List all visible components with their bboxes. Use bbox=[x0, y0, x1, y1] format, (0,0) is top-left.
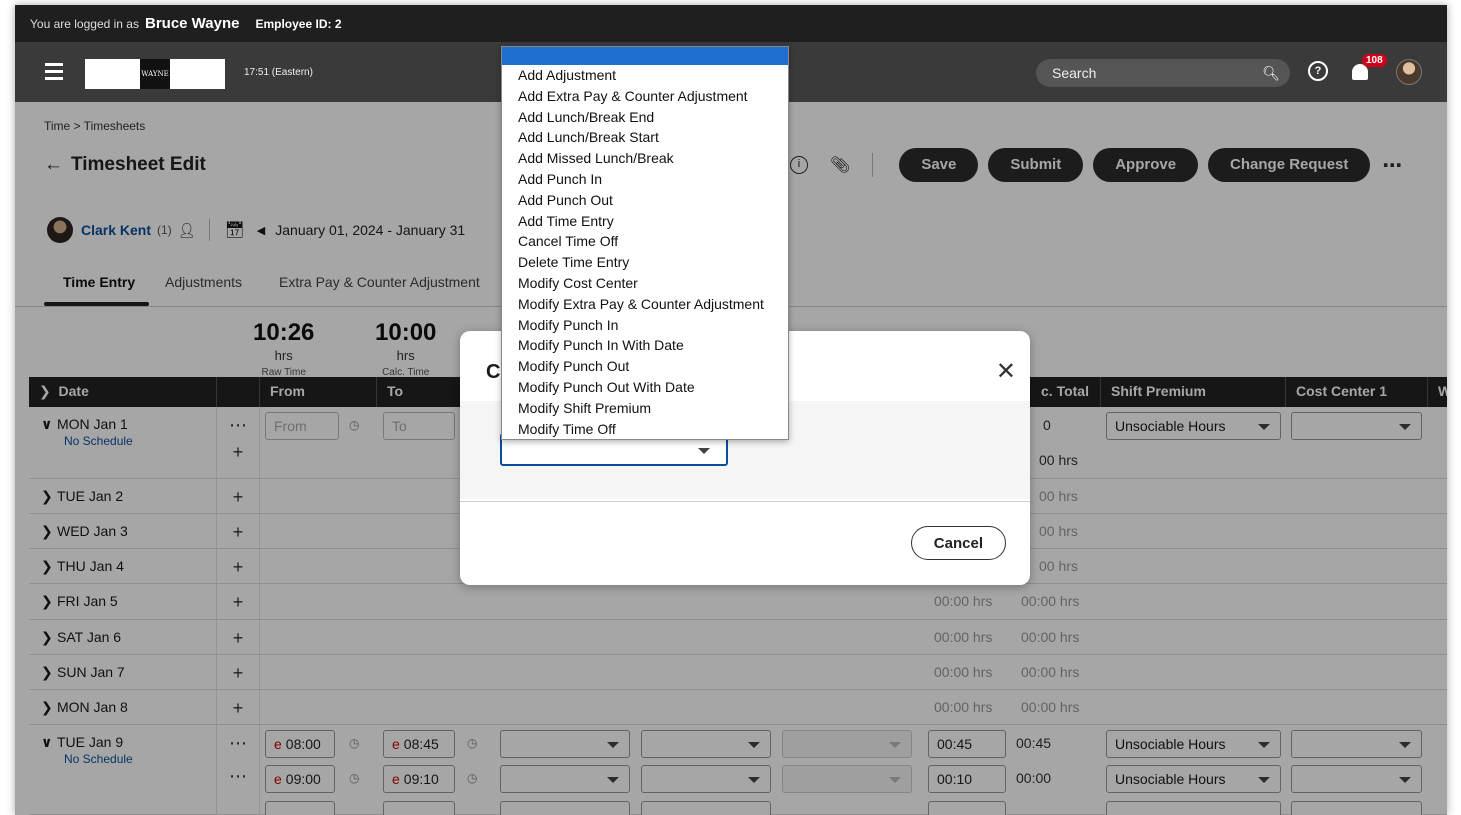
user-name: Bruce Wayne bbox=[144, 15, 240, 32]
dropdown-option[interactable]: Add Time Entry bbox=[502, 211, 788, 232]
dropdown-option[interactable]: Add Lunch/Break Start bbox=[502, 127, 788, 148]
divider bbox=[460, 501, 1030, 502]
company-logo[interactable]: WAYNE bbox=[85, 59, 225, 89]
logo-mark: WAYNE bbox=[140, 59, 170, 89]
menu-icon[interactable] bbox=[45, 63, 63, 80]
search-icon[interactable]: 🔍︎ bbox=[1262, 59, 1280, 87]
clock: 17:51 (Eastern) bbox=[244, 67, 313, 78]
dropdown-option[interactable]: Add Punch In bbox=[502, 169, 788, 190]
dropdown-option[interactable]: Modify Punch In bbox=[502, 315, 788, 336]
dropdown-option[interactable]: Modify Punch In With Date bbox=[502, 335, 788, 356]
cancel-button[interactable]: Cancel bbox=[910, 526, 1006, 560]
dropdown-option[interactable]: Cancel Time Off bbox=[502, 231, 788, 252]
modal-title: C bbox=[486, 361, 501, 383]
dropdown-option[interactable]: Modify Extra Pay & Counter Adjustment bbox=[502, 294, 788, 315]
dropdown-option[interactable]: Add Lunch/Break End bbox=[502, 107, 788, 128]
dropdown-option[interactable]: Modify Punch Out With Date bbox=[502, 377, 788, 398]
dropdown-option[interactable]: Delete Time Entry bbox=[502, 252, 788, 273]
dropdown-option[interactable]: Modify Time Off bbox=[502, 419, 788, 440]
login-prefix: You are logged in as bbox=[30, 16, 139, 31]
dropdown-option[interactable]: Add Missed Lunch/Break bbox=[502, 148, 788, 169]
app-window: You are logged in as Bruce Wayne Employe… bbox=[15, 5, 1447, 815]
user-bar: You are logged in as Bruce Wayne Employe… bbox=[15, 5, 1447, 42]
search-placeholder: Search bbox=[1052, 65, 1097, 81]
dropdown-option[interactable]: Add Punch Out bbox=[502, 190, 788, 211]
dropdown-option[interactable]: Modify Cost Center bbox=[502, 273, 788, 294]
avatar[interactable] bbox=[1396, 59, 1422, 85]
notification-badge: 108 bbox=[1362, 54, 1387, 67]
close-icon[interactable]: ✕ bbox=[996, 357, 1016, 386]
search-input[interactable]: Search 🔍︎ bbox=[1036, 59, 1290, 87]
dropdown-option[interactable]: Add Adjustment bbox=[502, 65, 788, 86]
request-type-dropdown: Add Adjustment Add Extra Pay & Counter Ad… bbox=[501, 46, 789, 440]
dropdown-highlight[interactable] bbox=[502, 47, 788, 65]
dropdown-option[interactable]: Modify Shift Premium bbox=[502, 398, 788, 419]
dropdown-option[interactable]: Modify Punch Out bbox=[502, 356, 788, 377]
employee-id: Employee ID: 2 bbox=[255, 16, 342, 31]
dropdown-option[interactable]: Add Extra Pay & Counter Adjustment bbox=[502, 86, 788, 107]
help-icon[interactable]: ? bbox=[1308, 61, 1328, 81]
